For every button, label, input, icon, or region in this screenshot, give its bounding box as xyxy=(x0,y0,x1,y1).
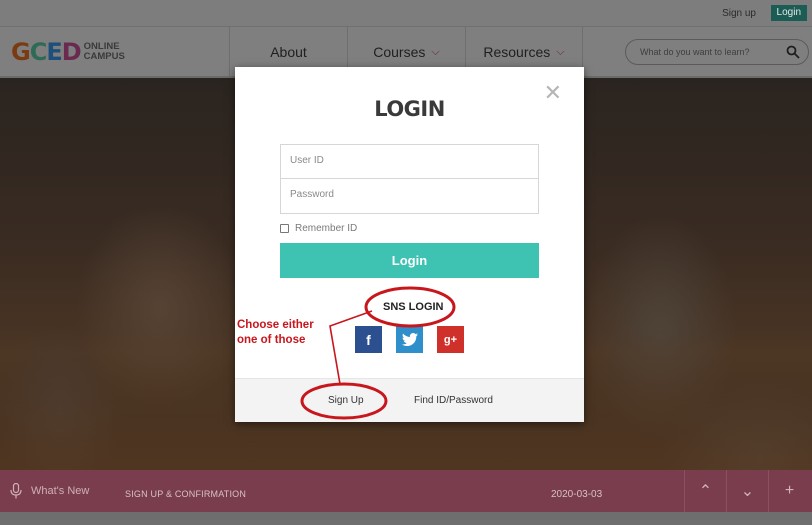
news-date: 2020-03-03 xyxy=(551,489,603,500)
remember-id[interactable]: Remember ID xyxy=(280,223,357,234)
remember-label: Remember ID xyxy=(295,223,358,234)
password-placeholder: Password xyxy=(290,189,334,200)
search-placeholder: What do you want to learn? xyxy=(640,47,750,57)
sns-login-label: SNS LOGIN xyxy=(383,301,444,313)
search-icon[interactable] xyxy=(786,45,800,59)
footer-strip xyxy=(0,512,812,525)
search-input[interactable]: What do you want to learn? xyxy=(625,39,809,65)
modal-title: LOGIN xyxy=(374,97,445,121)
logo-subtitle: ONLINE CAMPUS xyxy=(83,41,125,62)
signup-link[interactable]: Sign Up xyxy=(328,395,364,406)
chevron-down-icon: ⌵ xyxy=(556,45,565,58)
whats-new-label: What's New xyxy=(31,485,90,497)
remember-checkbox[interactable] xyxy=(280,224,289,233)
top-signup-link[interactable]: Sign up xyxy=(722,8,756,19)
twitter-icon[interactable] xyxy=(396,326,423,353)
facebook-icon[interactable]: f xyxy=(355,326,382,353)
chevron-down-icon: ⌵ xyxy=(431,45,440,58)
whats-new-bar: What's New SIGN UP & CONFIRMATION 2020-0… xyxy=(0,470,812,512)
plus-icon[interactable]: + xyxy=(768,470,810,512)
top-login-button[interactable]: Login xyxy=(770,5,807,21)
chevron-down-icon[interactable]: ⌄ xyxy=(726,470,768,512)
microphone-icon xyxy=(10,483,22,499)
chevron-up-icon[interactable]: ⌃ xyxy=(684,470,726,512)
user-id-placeholder: User ID xyxy=(290,155,324,166)
login-modal: ✕ LOGIN User ID Password Remember ID Log… xyxy=(235,67,584,422)
google-plus-icon[interactable]: g+ xyxy=(437,326,464,353)
logo-mark: GCED xyxy=(11,38,82,66)
site-logo[interactable]: GCED ONLINE CAMPUS xyxy=(11,40,125,64)
modal-footer: Sign Up Find ID/Password xyxy=(235,378,584,422)
user-id-field[interactable]: User ID xyxy=(280,144,539,179)
find-id-password-link[interactable]: Find ID/Password xyxy=(414,395,493,406)
top-utility-bar: Sign up Login xyxy=(0,0,812,27)
password-field[interactable]: Password xyxy=(280,179,539,214)
login-button[interactable]: Login xyxy=(280,243,539,278)
annotation-text: Choose either one of those xyxy=(237,319,314,346)
news-title[interactable]: SIGN UP & CONFIRMATION xyxy=(125,489,246,499)
